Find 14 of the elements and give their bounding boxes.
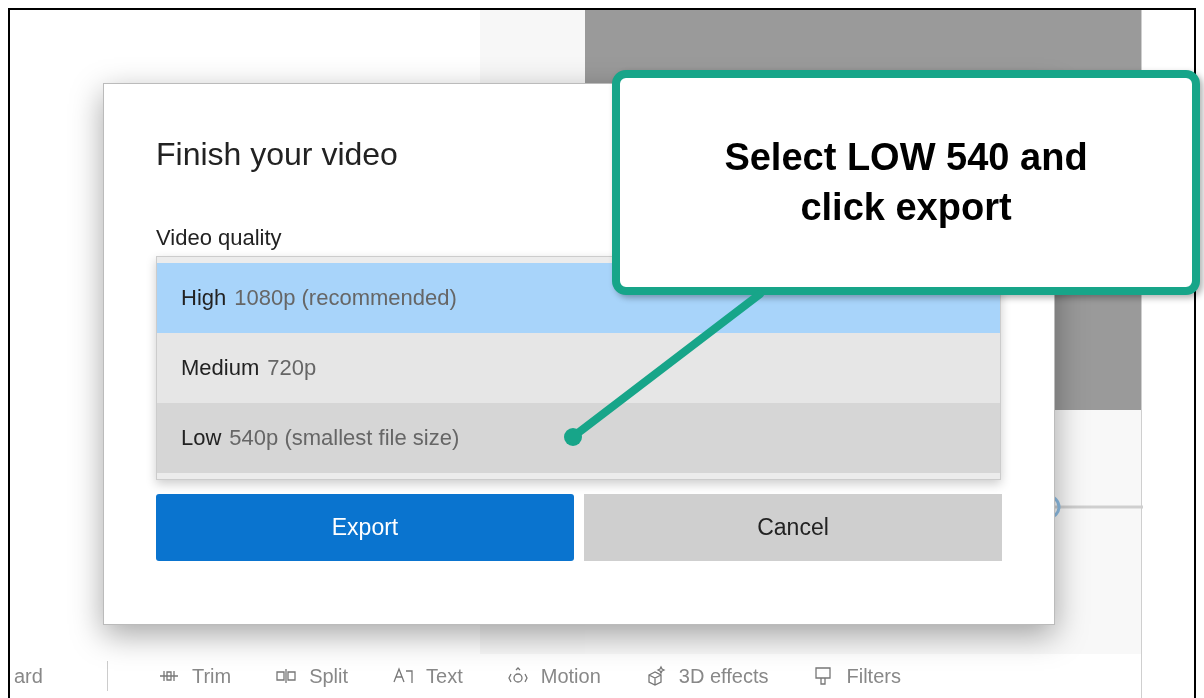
toolbar-button[interactable]: 3D effects [644,661,769,691]
export-button[interactable]: Export [156,493,574,561]
dialog-title: Finish your video [156,135,398,174]
cancel-button[interactable]: Cancel [584,493,1002,561]
quality-option[interactable]: Medium 720p [157,332,1000,403]
toolbar-button[interactable]: Trim [157,661,232,691]
toolbar-item[interactable]: ard [10,661,47,691]
toolbar-button[interactable]: Text [392,661,463,691]
toolbar-button[interactable]: Filters [812,661,901,691]
field-label: Video quality [156,224,283,252]
callout-box: Select LOW 540 and click export [612,70,1200,295]
toolbar-button[interactable]: Motion [506,661,601,691]
quality-option[interactable]: Low 540p (smallest file size) [157,402,1000,473]
toolbar-button[interactable]: Split [275,661,349,691]
